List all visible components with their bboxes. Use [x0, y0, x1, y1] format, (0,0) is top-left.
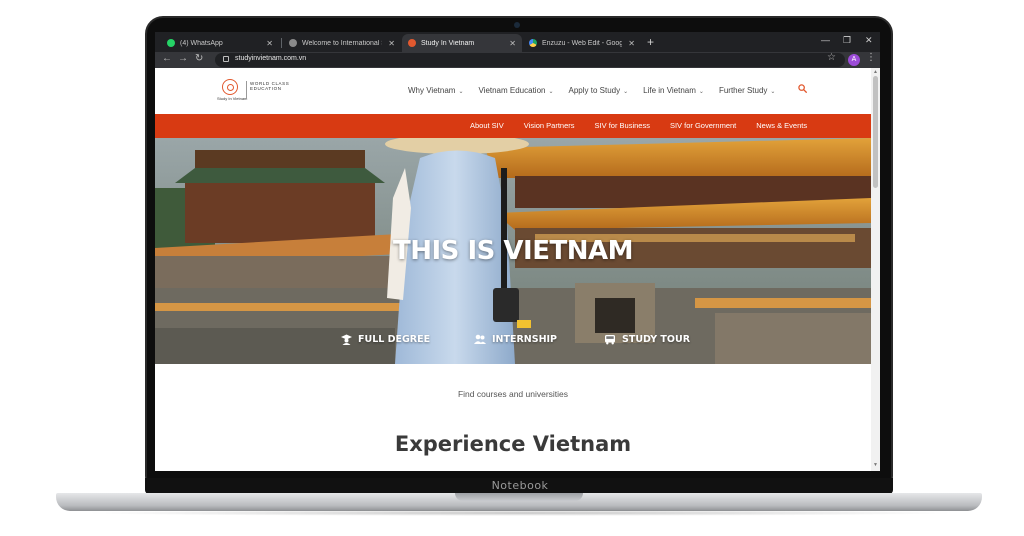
laptop: Notebook (4) WhatsApp ✕ Welcome to Inter… — [0, 0, 1024, 536]
logo-wordmark: WORLD CLASS EDUCATION — [250, 81, 290, 91]
profile-avatar[interactable]: A — [848, 54, 860, 66]
tab-study-in-vietnam[interactable]: Study In Vietnam ✕ — [402, 34, 522, 52]
webcam — [514, 22, 520, 28]
tab-label: (4) WhatsApp — [180, 39, 223, 47]
close-icon[interactable]: ✕ — [266, 39, 273, 48]
subnav-item-siv-for-business[interactable]: SIV for Business — [595, 121, 650, 130]
nav-item-apply-to-study[interactable]: Apply to Study ⌄ — [569, 86, 629, 95]
logo-emblem-icon — [222, 79, 238, 95]
main-nav: Why Vietnam ⌄ Vietnam Education ⌄ Apply to… — [408, 86, 790, 95]
tab-international-studies[interactable]: Welcome to International Studies ✕ — [283, 34, 401, 52]
browser-toolbar: ← → ↻ studyinvietnam.com.vn ☆ A ⋮ — [155, 52, 880, 68]
laptop-brand: Notebook — [491, 479, 549, 492]
users-icon — [474, 334, 486, 344]
tab-label: Enzuzu - Web Edit - Google Drive — [542, 39, 623, 47]
back-icon[interactable]: ← — [162, 53, 172, 64]
tab-divider — [281, 38, 282, 48]
bus-icon — [605, 335, 615, 345]
chevron-down-icon: ⌄ — [548, 89, 554, 95]
new-tab-button[interactable]: + — [647, 35, 654, 49]
bookmark-star-icon[interactable]: ☆ — [827, 52, 836, 63]
search-icon[interactable] — [798, 84, 807, 93]
internship-label: INTERNSHIP — [492, 334, 558, 345]
graduate-icon — [341, 334, 352, 345]
secondary-nav: About SIV Vision Partners SIV for Busine… — [470, 121, 827, 130]
secondary-nav-bar: About SIV Vision Partners SIV for Busine… — [155, 114, 871, 138]
hero-title: THIS IS VIETNAM — [393, 236, 633, 266]
address-bar[interactable]: studyinvietnam.com.vn — [215, 53, 845, 67]
hero-banner: THIS IS VIETNAM FULL DEGREE INTERNSHIP S… — [155, 138, 871, 364]
study-tour-link[interactable]: STUDY TOUR — [604, 334, 690, 345]
scrollbar-thumb[interactable] — [873, 76, 878, 188]
chevron-down-icon: ⌄ — [458, 89, 464, 95]
page-scrollbar[interactable]: ▲ ▼ — [871, 68, 880, 471]
restore-icon[interactable]: ❐ — [843, 35, 851, 46]
chevron-down-icon: ⌄ — [623, 89, 629, 95]
close-icon[interactable]: ✕ — [509, 39, 516, 48]
minimize-icon[interactable]: — — [821, 35, 830, 45]
internship-link[interactable]: INTERNSHIP — [474, 334, 557, 345]
site-header: Study In Vietnam WORLD CLASS EDUCATION W… — [155, 68, 871, 114]
close-icon[interactable]: ✕ — [388, 39, 395, 48]
study-tour-label: STUDY TOUR — [622, 334, 691, 345]
subnav-item-siv-for-government[interactable]: SIV for Government — [670, 121, 736, 130]
nav-item-vietnam-education[interactable]: Vietnam Education ⌄ — [478, 86, 553, 95]
logo-divider — [246, 81, 247, 99]
scroll-down-icon[interactable]: ▼ — [873, 462, 878, 468]
nav-label: Vietnam Education — [478, 86, 546, 95]
laptop-shadow — [80, 510, 960, 516]
full-degree-label: FULL DEGREE — [358, 334, 431, 345]
nav-label: Further Study — [718, 86, 768, 95]
tab-strip: (4) WhatsApp ✕ Welcome to International … — [155, 32, 880, 52]
nav-item-why-vietnam[interactable]: Why Vietnam ⌄ — [408, 86, 463, 95]
url-text: studyinvietnam.com.vn — [235, 55, 307, 62]
tab-google-drive[interactable]: Enzuzu - Web Edit - Google Drive ✕ — [523, 34, 641, 52]
chevron-down-icon: ⌄ — [698, 89, 704, 95]
nav-item-further-study[interactable]: Further Study ⌄ — [719, 86, 776, 95]
globe-icon — [289, 39, 297, 47]
tab-label: Study In Vietnam — [421, 39, 475, 47]
subnav-item-news-events[interactable]: News & Events — [756, 121, 807, 130]
scroll-up-icon[interactable]: ▲ — [873, 69, 878, 75]
subnav-item-vision-partners[interactable]: Vision Partners — [524, 121, 575, 130]
nav-label: Why Vietnam — [408, 86, 456, 95]
site-logo[interactable]: Study In Vietnam WORLD CLASS EDUCATION — [217, 78, 290, 104]
forward-icon[interactable]: → — [178, 53, 188, 64]
reload-icon[interactable]: ↻ — [195, 53, 203, 64]
close-icon[interactable]: ✕ — [628, 39, 635, 48]
lock-icon — [223, 56, 229, 62]
site-favicon-icon — [408, 39, 416, 47]
full-degree-link[interactable]: FULL DEGREE — [341, 334, 430, 345]
webpage: Study In Vietnam WORLD CLASS EDUCATION W… — [155, 68, 871, 471]
tab-whatsapp[interactable]: (4) WhatsApp ✕ — [161, 34, 279, 52]
nav-label: Life in Vietnam — [643, 86, 696, 95]
browser-menu-icon[interactable]: ⋮ — [866, 52, 876, 63]
nav-label: Apply to Study — [568, 86, 621, 95]
find-courses-text[interactable]: Find courses and universities — [155, 389, 871, 399]
google-drive-icon — [529, 39, 537, 47]
subnav-item-about-siv[interactable]: About SIV — [470, 121, 504, 130]
nav-item-life-in-vietnam[interactable]: Life in Vietnam ⌄ — [643, 86, 704, 95]
logo-tagline: Study In Vietnam — [217, 96, 248, 101]
screen: (4) WhatsApp ✕ Welcome to International … — [155, 32, 880, 471]
chevron-down-icon: ⌄ — [770, 89, 776, 95]
window-close-icon[interactable]: ✕ — [865, 35, 873, 46]
laptop-notch — [455, 493, 583, 501]
tab-label: Welcome to International Studies — [302, 39, 382, 47]
whatsapp-icon — [167, 39, 175, 47]
section-title: Experience Vietnam — [394, 432, 632, 456]
